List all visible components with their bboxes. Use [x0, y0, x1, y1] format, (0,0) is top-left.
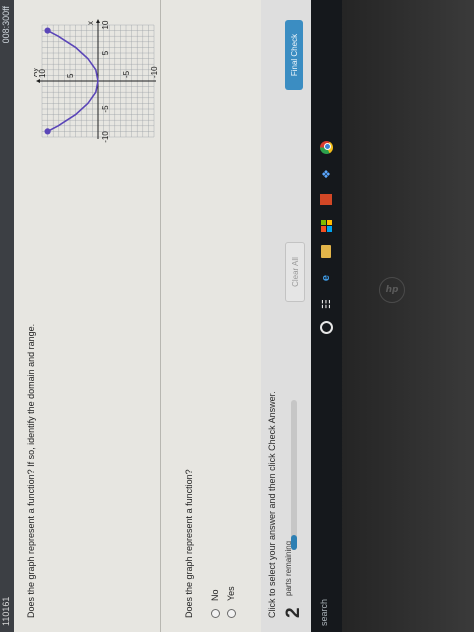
x-axis-arrow-icon: [96, 19, 100, 23]
y-tick-label: -5: [122, 70, 131, 78]
option-no-label: No: [210, 589, 220, 601]
y-tick-label: 10: [38, 69, 47, 78]
chrome-icon[interactable]: [318, 140, 334, 156]
answer-footer: Click to select your answer and then cli…: [261, 0, 311, 632]
hp-logo-icon: hp: [379, 277, 405, 303]
cortana-icon[interactable]: [318, 320, 334, 336]
x-axis-label: x: [86, 21, 95, 25]
office-icon[interactable]: [318, 192, 334, 208]
progress-bar: [291, 400, 297, 550]
dropbox-icon[interactable]: ❖: [318, 166, 334, 182]
file-explorer-icon[interactable]: [318, 244, 334, 260]
option-yes-label: Yes: [226, 586, 236, 601]
parabola-graph: -10 -5 5 10 10 5 -5 -10 Ay x: [34, 19, 159, 143]
section-divider: [160, 0, 161, 632]
final-check-button[interactable]: Final Check: [285, 20, 303, 90]
sub-question-text: Does the graph represent a function?: [184, 469, 194, 618]
progress-bar-fill: [291, 535, 297, 550]
instructions-text: Click to select your answer and then cli…: [267, 391, 277, 618]
x-tick-label: -10: [101, 131, 110, 143]
y-axis-label: Ay: [34, 68, 39, 77]
option-no[interactable]: No: [210, 589, 220, 618]
option-yes[interactable]: Yes: [226, 586, 236, 618]
question-text: Does the graph represent a function? If …: [26, 323, 36, 618]
x-tick-label: 5: [101, 50, 110, 55]
graph-axes: [36, 19, 156, 139]
graph-endpoint: [44, 128, 51, 135]
top-bar: 110161 008:300ff: [0, 0, 14, 632]
y-tick-label: -10: [150, 66, 159, 78]
radio-button-yes[interactable]: [226, 609, 236, 618]
clear-all-button[interactable]: Clear All: [285, 242, 305, 302]
x-tick-label: 10: [101, 20, 110, 29]
user-id: 008:300ff: [1, 6, 11, 44]
y-tick-label: 5: [66, 73, 75, 78]
graph-endpoint: [44, 27, 51, 34]
taskbar-search[interactable]: search: [319, 599, 329, 626]
x-tick-label: -5: [101, 105, 110, 113]
radio-button-no[interactable]: [210, 609, 220, 618]
assignment-id: 110161: [1, 596, 11, 626]
y-axis-arrow-icon: [36, 79, 40, 83]
edge-icon[interactable]: e: [318, 270, 334, 286]
question-panel: Does the graph represent a function? If …: [14, 0, 261, 632]
rotated-screen: 110161 008:300ff Does the graph represen…: [0, 0, 342, 632]
task-view-icon[interactable]: ☷: [318, 296, 334, 312]
store-icon[interactable]: [318, 218, 334, 234]
parts-remaining-count: 2: [283, 607, 304, 618]
photo-of-monitor: 110161 008:300ff Does the graph represen…: [0, 0, 474, 632]
windows-taskbar: search ☷ e ❖: [311, 0, 342, 632]
